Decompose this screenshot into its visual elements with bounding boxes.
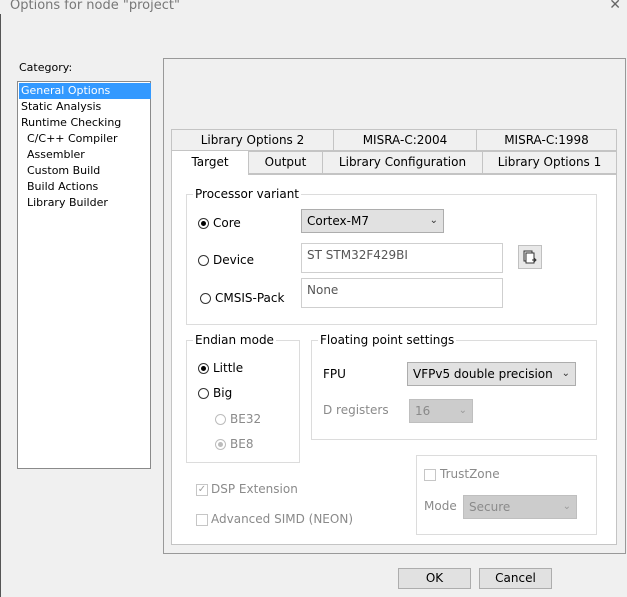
fpu-select-value: VFPv5 double precision (413, 367, 553, 381)
be8-radio[interactable] (215, 439, 226, 450)
category-item-assembler[interactable]: Assembler (25, 147, 87, 163)
device-field[interactable]: ST STM32F429BI (301, 243, 503, 273)
fpu-label: FPU (323, 367, 346, 381)
tab-library-options-1[interactable]: Library Options 1 (482, 151, 617, 174)
endian-big-radio[interactable] (198, 388, 209, 399)
chevron-down-icon: ⌄ (458, 405, 467, 416)
dsp-extension-label: DSP Extension (211, 482, 298, 496)
fpu-select[interactable]: VFPv5 double precision ⌄ (407, 362, 576, 386)
tab-target[interactable]: Target (171, 150, 249, 175)
endian-little-radio[interactable] (198, 363, 209, 374)
processor-variant-legend: Processor variant (195, 187, 299, 201)
tab-library-configuration[interactable]: Library Configuration (322, 151, 483, 174)
chevron-down-icon: ⌄ (562, 501, 571, 512)
category-label: Category: (19, 61, 73, 74)
category-item-cpp-compiler[interactable]: C/C++ Compiler (25, 131, 120, 147)
category-list[interactable]: General Options Static Analysis Runtime … (17, 81, 151, 469)
endian-little-label[interactable]: Little (213, 361, 243, 375)
category-item-general-options[interactable]: General Options (19, 83, 151, 99)
category-item-library-builder[interactable]: Library Builder (25, 195, 110, 211)
floating-point-group: Floating point settings (311, 333, 597, 440)
core-select[interactable]: Cortex-M7 ⌄ (301, 209, 444, 233)
tab-misra-c-1998[interactable]: MISRA-C:1998 (476, 129, 617, 151)
cmsis-pack-field[interactable]: None (301, 278, 503, 308)
tab-output[interactable]: Output (248, 151, 323, 174)
be8-label: BE8 (230, 437, 254, 451)
advanced-simd-checkbox[interactable] (196, 514, 208, 526)
core-select-value: Cortex-M7 (307, 214, 369, 228)
tab-misra-c-2004[interactable]: MISRA-C:2004 (333, 129, 477, 151)
dsp-extension-checkbox[interactable]: ✓ (196, 484, 208, 496)
d-registers-value: 16 (415, 404, 431, 418)
category-item-custom-build[interactable]: Custom Build (25, 163, 102, 179)
trustzone-checkbox[interactable] (424, 469, 436, 481)
select-device-button[interactable] (518, 245, 542, 269)
cmsis-pack-label[interactable]: CMSIS-Pack (215, 291, 284, 305)
chevron-down-icon: ⌄ (429, 215, 438, 226)
close-icon[interactable]: ✕ (609, 0, 621, 13)
d-registers-select[interactable]: 16 ⌄ (409, 399, 473, 423)
core-radio[interactable] (198, 218, 209, 229)
be32-radio[interactable] (215, 414, 226, 425)
endian-mode-legend: Endian mode (195, 333, 274, 347)
tab-library-options-2[interactable]: Library Options 2 (171, 129, 334, 151)
window-left-border (0, 14, 1, 597)
device-label[interactable]: Device (213, 253, 254, 267)
category-item-static-analysis[interactable]: Static Analysis (19, 99, 103, 115)
floating-point-legend: Floating point settings (320, 333, 455, 347)
endian-big-label[interactable]: Big (213, 386, 232, 400)
cancel-button[interactable]: Cancel (479, 568, 552, 589)
device-radio[interactable] (198, 255, 209, 266)
window-title: Options for node "project" (10, 0, 180, 13)
chevron-down-icon: ⌄ (561, 368, 570, 379)
ok-button[interactable]: OK (398, 568, 471, 589)
category-item-runtime-checking[interactable]: Runtime Checking (19, 115, 123, 131)
mode-select[interactable]: Secure ⌄ (463, 495, 577, 519)
core-label[interactable]: Core (213, 216, 241, 230)
trustzone-label: TrustZone (440, 467, 500, 481)
cmsis-pack-radio[interactable] (200, 293, 211, 304)
mode-select-value: Secure (469, 500, 511, 514)
d-registers-label: D registers (323, 403, 389, 417)
be32-label: BE32 (230, 412, 262, 426)
advanced-simd-label: Advanced SIMD (NEON) (211, 512, 353, 526)
category-item-build-actions[interactable]: Build Actions (25, 179, 100, 195)
select-device-icon (523, 250, 537, 264)
mode-label: Mode (424, 499, 457, 513)
